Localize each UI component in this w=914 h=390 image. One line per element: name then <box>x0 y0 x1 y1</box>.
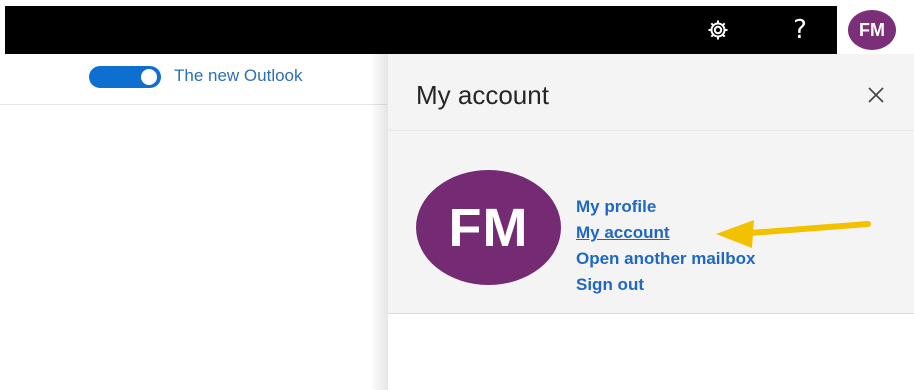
help-icon[interactable]: ? <box>784 14 816 46</box>
sign-out-link[interactable]: Sign out <box>576 275 644 295</box>
my-account-link[interactable]: My account <box>576 223 670 243</box>
highlight-arrow-icon <box>716 220 871 248</box>
my-profile-link[interactable]: My profile <box>576 197 656 217</box>
account-panel: My account FM My profile My account Open… <box>388 54 914 390</box>
avatar[interactable]: FM <box>848 10 896 50</box>
new-outlook-toggle[interactable] <box>89 66 161 88</box>
gear-icon[interactable] <box>702 14 734 46</box>
panel-header: My account <box>388 54 914 130</box>
avatar-large: FM <box>416 170 561 285</box>
panel-title: My account <box>416 80 549 110</box>
panel-shadow <box>370 54 388 390</box>
new-outlook-label: The new Outlook <box>174 66 303 85</box>
close-icon[interactable] <box>863 82 889 108</box>
toggle-knob <box>141 69 157 85</box>
top-header-bar: ? <box>5 6 837 54</box>
open-another-mailbox-link[interactable]: Open another mailbox <box>576 249 755 269</box>
